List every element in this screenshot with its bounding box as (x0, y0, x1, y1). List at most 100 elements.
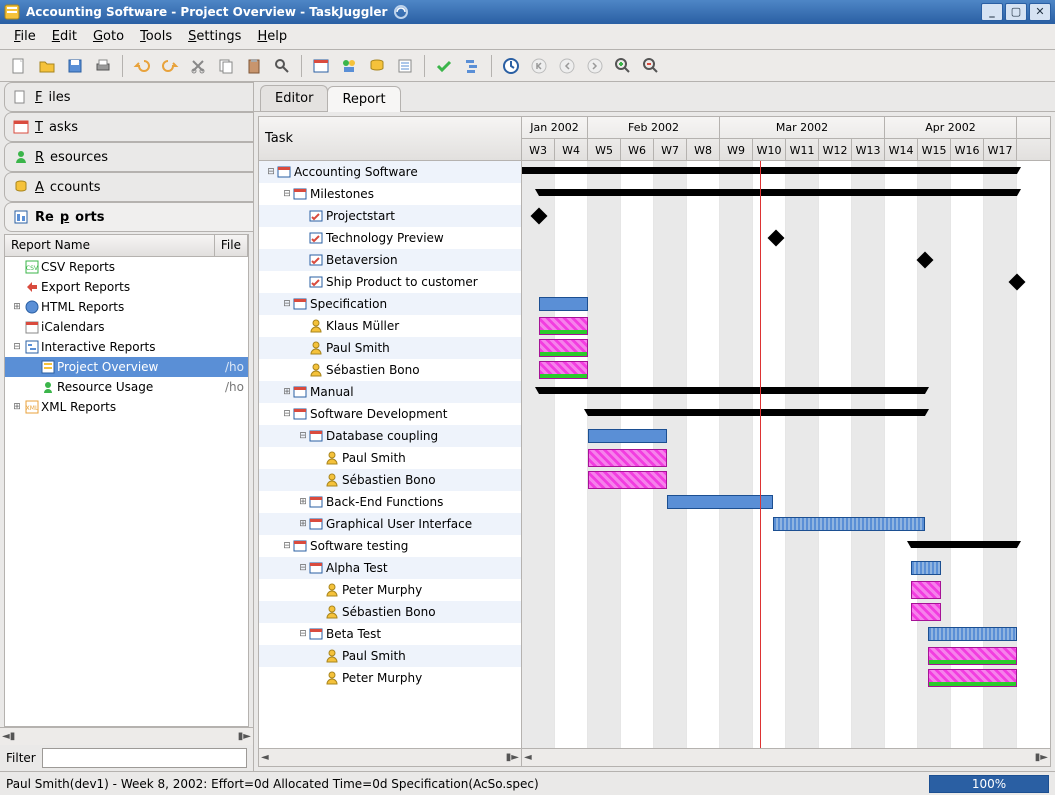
task-row[interactable]: Ship Product to customer (259, 271, 521, 293)
gantt-resource-bar[interactable] (539, 361, 589, 379)
accounts-button[interactable] (364, 53, 390, 79)
menu-settings[interactable]: Settings (180, 25, 249, 48)
gantt-summary-bar[interactable] (522, 167, 1017, 174)
gantt-task-bar[interactable] (911, 561, 941, 575)
gantt-resource-bar[interactable] (911, 581, 941, 599)
nav-prev-button[interactable] (554, 53, 580, 79)
gantt-task-bar[interactable] (539, 297, 589, 311)
gantt-resource-bar[interactable] (928, 647, 1017, 665)
task-row[interactable]: Projectstart (259, 205, 521, 227)
print-button[interactable] (90, 53, 116, 79)
task-row[interactable]: Peter Murphy (259, 579, 521, 601)
nav-first-button[interactable] (526, 53, 552, 79)
gantt-summary-bar[interactable] (539, 387, 925, 394)
gantt-h-scrollbar[interactable]: ◄▮► (522, 748, 1050, 766)
goto-date-button[interactable] (498, 53, 524, 79)
nav-tab-tasks[interactable]: Tasks (4, 112, 253, 142)
task-row[interactable]: Betaversion (259, 249, 521, 271)
task-row[interactable]: Paul Smith (259, 447, 521, 469)
task-row[interactable]: ⊟Software Development (259, 403, 521, 425)
gantt-milestone[interactable] (1009, 274, 1026, 291)
report-list-col-file[interactable]: File (215, 235, 248, 256)
task-row[interactable]: ⊟Accounting Software (259, 161, 521, 183)
gantt-resource-bar[interactable] (539, 317, 589, 335)
gantt-summary-bar[interactable] (539, 189, 1018, 196)
minimize-button[interactable]: _ (981, 3, 1003, 21)
task-row[interactable]: ⊟Beta Test (259, 623, 521, 645)
gantt-resource-bar[interactable] (911, 603, 941, 621)
nav-next-button[interactable] (582, 53, 608, 79)
report-list-button[interactable] (392, 53, 418, 79)
resources-button[interactable] (336, 53, 362, 79)
report-tree-item[interactable]: Resource Usage/ho (5, 377, 248, 397)
report-tree[interactable]: CSVCSV ReportsExport Reports⊞HTML Report… (5, 257, 248, 726)
task-row[interactable]: ⊟Software testing (259, 535, 521, 557)
task-column-header[interactable]: Task (259, 117, 521, 161)
schedule-button[interactable] (308, 53, 334, 79)
new-file-button[interactable] (6, 53, 32, 79)
task-row[interactable]: ⊞Graphical User Interface (259, 513, 521, 535)
gantt-task-bar[interactable] (667, 495, 773, 509)
gantt-summary-bar[interactable] (588, 409, 925, 416)
nav-tab-files[interactable]: Files (4, 82, 253, 112)
menu-help[interactable]: Help (249, 25, 295, 48)
paste-button[interactable] (241, 53, 267, 79)
gantt-milestone[interactable] (916, 252, 933, 269)
report-tree-item[interactable]: Project Overview/ho (5, 357, 248, 377)
task-row[interactable]: Sébastien Bono (259, 359, 521, 381)
zoom-out-button[interactable] (638, 53, 664, 79)
menu-goto[interactable]: Goto (85, 25, 132, 48)
task-row[interactable]: Sébastien Bono (259, 469, 521, 491)
menu-tools[interactable]: Tools (132, 25, 180, 48)
report-tree-item[interactable]: iCalendars (5, 317, 248, 337)
gantt-milestone[interactable] (768, 230, 785, 247)
gantt-resource-bar[interactable] (928, 669, 1017, 687)
report-tree-item[interactable]: ⊞XMLXML Reports (5, 397, 248, 417)
task-tree[interactable]: ⊟Accounting Software⊟MilestonesProjectst… (259, 161, 521, 748)
task-row[interactable]: Technology Preview (259, 227, 521, 249)
task-row[interactable]: Paul Smith (259, 645, 521, 667)
task-row[interactable]: Sébastien Bono (259, 601, 521, 623)
nav-h-scrollbar[interactable]: ◄▮▮► (0, 727, 253, 745)
task-h-scrollbar[interactable]: ◄▮► (259, 748, 521, 766)
gantt-resource-bar[interactable] (539, 339, 589, 357)
task-row[interactable]: Klaus Müller (259, 315, 521, 337)
gantt-task-bar[interactable] (928, 627, 1017, 641)
report-tree-item[interactable]: Export Reports (5, 277, 248, 297)
validate-button[interactable] (431, 53, 457, 79)
task-row[interactable]: ⊟Milestones (259, 183, 521, 205)
task-row[interactable]: ⊟Database coupling (259, 425, 521, 447)
copy-button[interactable] (213, 53, 239, 79)
cut-button[interactable] (185, 53, 211, 79)
gantt-resource-bar[interactable] (588, 449, 667, 467)
nav-tab-reports[interactable]: Reports (4, 202, 253, 232)
nav-tab-accounts[interactable]: Accounts (4, 172, 253, 202)
task-row[interactable]: ⊟Alpha Test (259, 557, 521, 579)
task-row[interactable]: ⊞Back-End Functions (259, 491, 521, 513)
report-tree-item[interactable]: ⊞HTML Reports (5, 297, 248, 317)
undo-button[interactable] (129, 53, 155, 79)
save-button[interactable] (62, 53, 88, 79)
doc-tab-report[interactable]: Report (327, 86, 400, 112)
gantt-body[interactable] (522, 161, 1050, 748)
gantt-task-bar[interactable] (773, 517, 925, 531)
gantt-summary-bar[interactable] (911, 541, 1017, 548)
maximize-button[interactable]: ▢ (1005, 3, 1027, 21)
find-button[interactable] (269, 53, 295, 79)
open-file-button[interactable] (34, 53, 60, 79)
task-row[interactable]: ⊟Specification (259, 293, 521, 315)
report-list-col-name[interactable]: Report Name (5, 235, 215, 256)
menu-file[interactable]: File (6, 25, 44, 48)
gantt-milestone[interactable] (530, 208, 547, 225)
report-tree-item[interactable]: CSVCSV Reports (5, 257, 248, 277)
nav-tab-resources[interactable]: Resources (4, 142, 253, 172)
close-button[interactable]: ✕ (1029, 3, 1051, 21)
report-tree-item[interactable]: ⊟Interactive Reports (5, 337, 248, 357)
gantt-task-bar[interactable] (588, 429, 667, 443)
task-row[interactable]: Paul Smith (259, 337, 521, 359)
task-row[interactable]: Peter Murphy (259, 667, 521, 689)
filter-input[interactable] (42, 748, 247, 768)
doc-tab-editor[interactable]: Editor (260, 85, 328, 111)
task-row[interactable]: ⊞Manual (259, 381, 521, 403)
gantt-view-button[interactable] (459, 53, 485, 79)
